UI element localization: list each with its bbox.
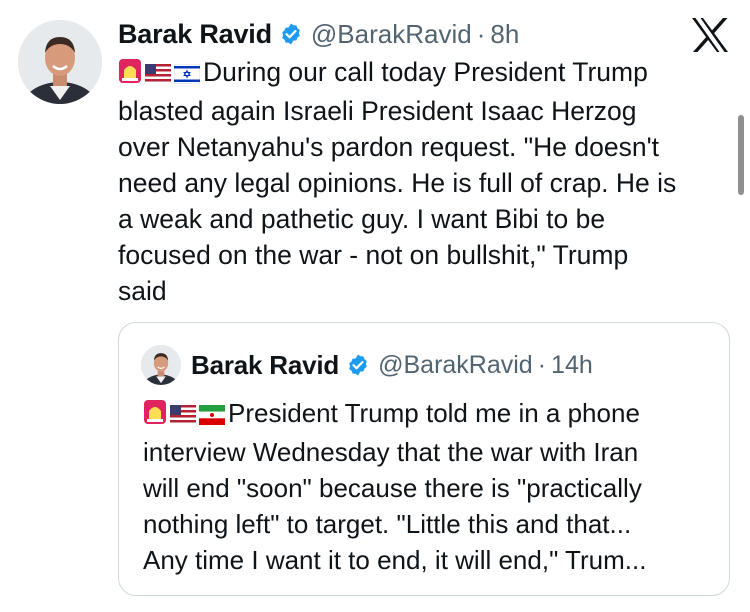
quoted-tweet-line: Any time I want it to end, it will end,"… [143,545,647,575]
tweet-line-text: During our call today President Trump [203,57,648,87]
quoted-tweet-header: Barak Ravid @BarakRavid · 14h [191,345,593,385]
tweet-header: Barak Ravid @BarakRavid · 8h [118,14,519,54]
tweet-line: blasted again Israeli President Isaac He… [118,96,637,126]
quoted-tweet-card[interactable]: Barak Ravid @BarakRavid · 14h President … [118,322,730,596]
quoted-tweet-text: President Trump told me in a phone inter… [143,395,713,578]
us-flag-emoji [145,57,171,93]
quoted-tweet-line: President Trump told me in a phone [143,395,713,434]
author-handle[interactable]: @BarakRavid [311,19,472,50]
tweet-line: During our call today President Trump [118,54,728,93]
x-logo-icon[interactable] [690,17,730,53]
quoted-author-name[interactable]: Barak Ravid [191,350,339,381]
tweet-line: said [118,276,167,306]
rotating-light-emoji [143,398,167,434]
separator-dot: · [476,18,486,49]
verified-badge-icon [346,353,370,377]
quoted-tweet-line: will end "soon" because there is "practi… [143,473,642,503]
quoted-tweet-line: nothing left" to target. "Little this an… [143,509,632,539]
tweet-line: focused on the war - not on bullshit," T… [118,240,629,270]
rotating-light-emoji [118,57,142,93]
quoted-tweet-line: interview Wednesday that the war with Ir… [143,437,639,467]
author-avatar[interactable] [18,20,102,104]
verified-badge-icon [279,22,303,46]
tweet-text: During our call today President Trump bl… [118,54,728,309]
tweet-line: a weak and pathetic guy. I want Bibi to … [118,204,606,234]
quoted-author-avatar[interactable] [141,345,181,385]
quoted-author-handle[interactable]: @BarakRavid [378,351,533,380]
tweet-timestamp[interactable]: 8h [490,19,519,50]
iran-flag-emoji [199,398,225,434]
tweet-line: need any legal opinions. He is full of c… [118,168,677,198]
author-name[interactable]: Barak Ravid [118,19,272,50]
us-flag-emoji [170,398,196,434]
tweet-line: over Netanyahu's pardon request. "He doe… [118,132,660,162]
quoted-tweet-timestamp[interactable]: 14h [551,351,593,380]
quoted-tweet-line-text: President Trump told me in a phone [228,398,640,428]
separator-dot: · [537,350,547,379]
scrollbar-thumb[interactable] [738,115,744,195]
israel-flag-emoji [173,57,201,93]
